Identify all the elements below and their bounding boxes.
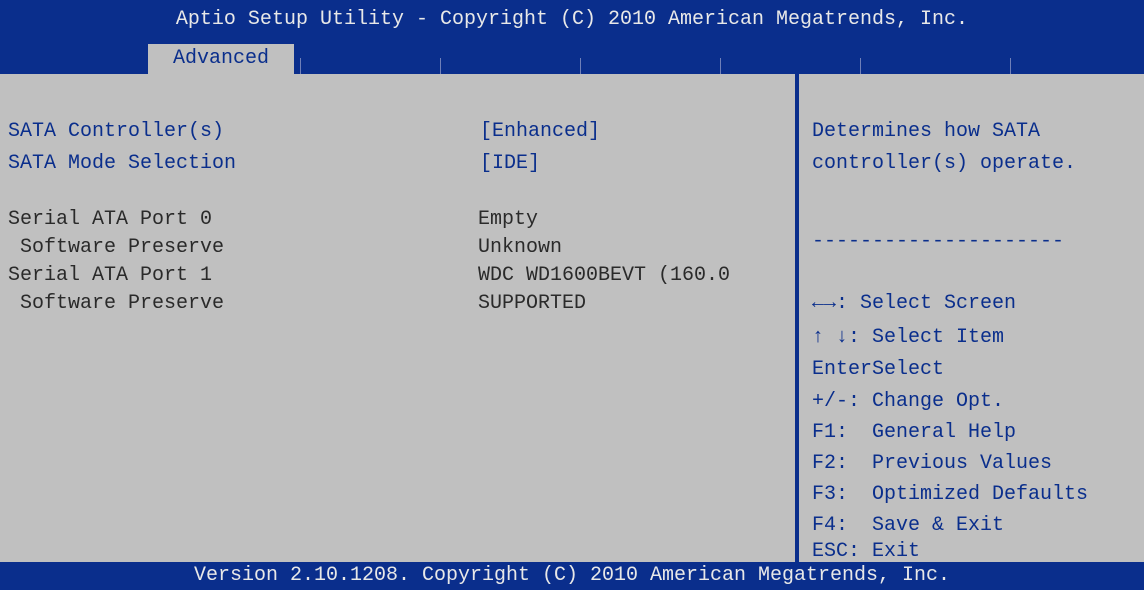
panel-divider: [795, 74, 799, 562]
port-1-preserve-value: SUPPORTED: [478, 292, 587, 315]
help-description-line1: Determines how SATA: [812, 120, 1041, 143]
key-optimized-defaults: F3: Optimized Defaults: [812, 483, 1089, 506]
sata-controller-value[interactable]: [Enhanced]: [480, 120, 600, 144]
port-1-value: WDC WD1600BEVT (160.0: [478, 264, 731, 287]
page-title: Aptio Setup Utility - Copyright (C) 2010…: [175, 8, 969, 31]
key-general-help: F1: General Help: [812, 421, 1017, 444]
tab-divider: [300, 58, 301, 74]
port-0-preserve-label: Software Preserve: [8, 236, 225, 259]
sata-mode-value[interactable]: [IDE]: [480, 152, 540, 176]
tab-divider: [720, 58, 721, 74]
key-save-exit: F4: Save & Exit: [812, 514, 1005, 537]
key-select-item: ↑ ↓: Select Item: [812, 326, 1005, 349]
tab-advanced[interactable]: Advanced: [148, 44, 294, 74]
sata-mode-label[interactable]: SATA Mode Selection: [8, 152, 236, 176]
help-separator: ---------------------: [812, 230, 1065, 253]
tab-divider: [860, 58, 861, 74]
sata-controller-label[interactable]: SATA Controller(s): [8, 120, 224, 144]
port-0-label: Serial ATA Port 0: [8, 208, 213, 231]
key-change-opt: +/-: Change Opt.: [812, 390, 1005, 413]
key-esc-exit: ESC: Exit: [812, 540, 921, 563]
settings-panel: SATA Controller(s) [Enhanced] SATA Mode …: [0, 74, 1144, 563]
key-enter-select: EnterSelect: [812, 358, 945, 381]
port-1-preserve-label: Software Preserve: [8, 292, 225, 315]
help-description-line2: controller(s) operate.: [812, 152, 1077, 175]
tab-divider: [580, 58, 581, 74]
tab-divider: [1010, 58, 1011, 74]
port-0-value: Empty: [478, 208, 539, 231]
footer-version: Version 2.10.1208. Copyright (C) 2010 Am…: [0, 562, 1144, 590]
key-previous-values: F2: Previous Values: [812, 452, 1053, 475]
port-0-preserve-value: Unknown: [478, 236, 563, 259]
header-bar: Aptio Setup Utility - Copyright (C) 2010…: [0, 0, 1144, 74]
key-select-screen: ←→: Select Screen: [812, 292, 1017, 315]
port-1-label: Serial ATA Port 1: [8, 264, 213, 287]
tab-divider: [440, 58, 441, 74]
